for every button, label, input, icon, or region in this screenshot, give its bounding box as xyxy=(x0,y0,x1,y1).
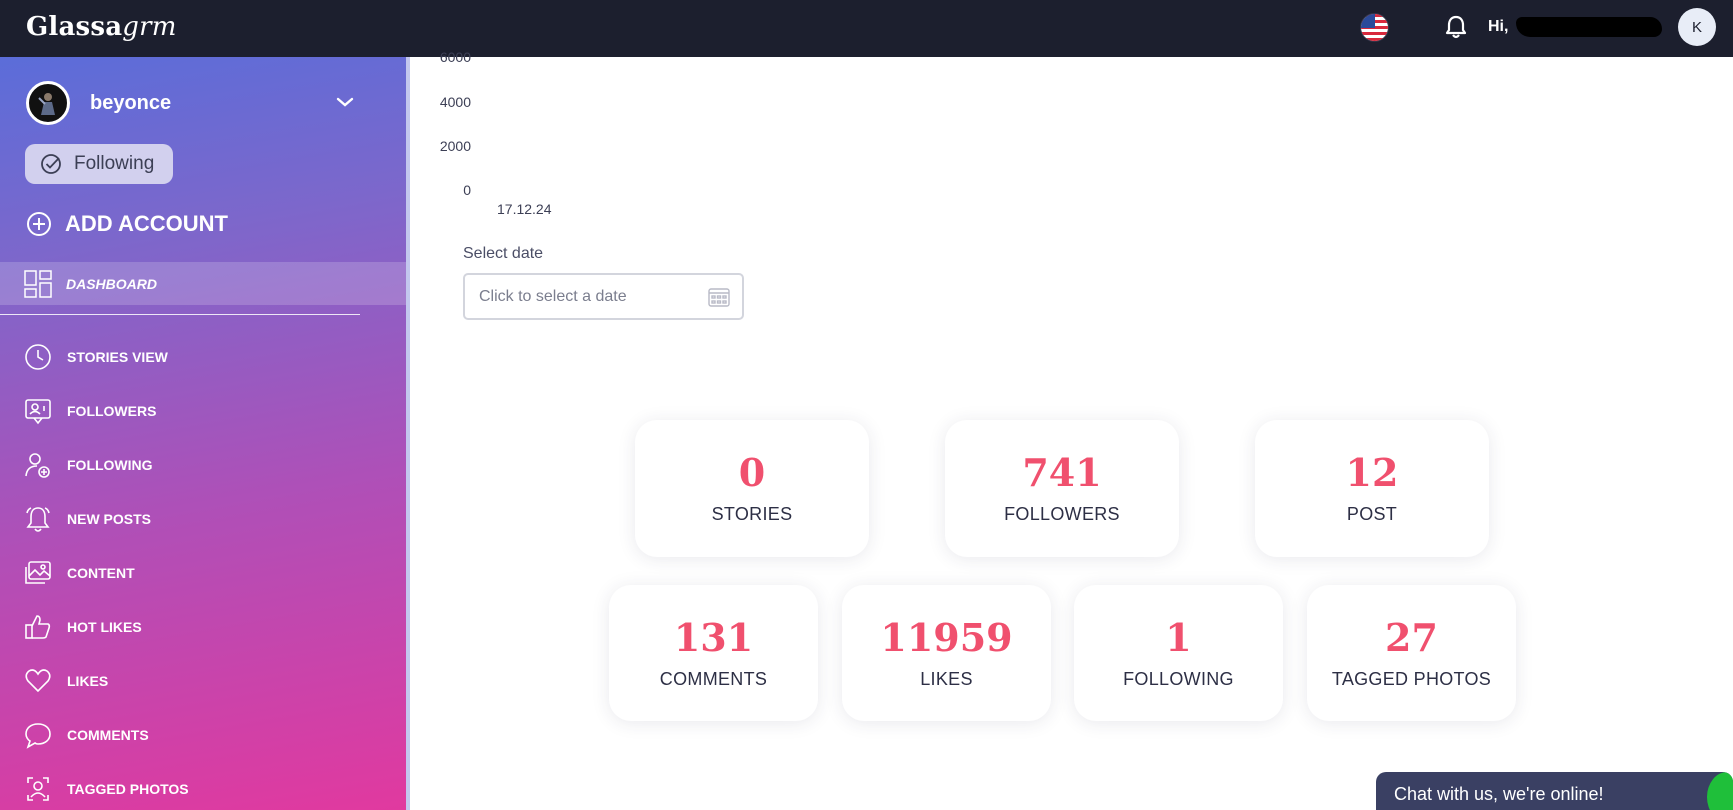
sidebar-item-comments[interactable]: COMMENTS xyxy=(24,721,149,749)
stat-card-followers[interactable]: 741 FOLLOWERS xyxy=(945,420,1179,557)
us-flag-icon[interactable] xyxy=(1360,13,1389,42)
y-tick-label: 6000 xyxy=(439,49,471,65)
stat-card-tagged-photos[interactable]: 27 TAGGED PHOTOS xyxy=(1307,585,1516,721)
chevron-down-icon[interactable] xyxy=(336,95,354,107)
sidebar-item-label: FOLLOWERS xyxy=(67,403,157,419)
sidebar-item-content[interactable]: CONTENT xyxy=(24,559,135,587)
chat-widget[interactable]: Chat with us, we're online! xyxy=(1376,772,1733,810)
heart-icon xyxy=(24,667,52,695)
stat-label: COMMENTS xyxy=(659,669,768,689)
stat-label: POST xyxy=(1346,504,1398,524)
sidebar-item-label: LIKES xyxy=(67,673,109,689)
following-button-label: Following xyxy=(74,153,155,174)
notification-bell-icon[interactable] xyxy=(1444,14,1468,40)
stat-label: STORIES xyxy=(711,504,793,524)
sidebar-divider xyxy=(0,314,360,315)
greeting-text: Hi, xyxy=(1488,18,1509,35)
app-logo[interactable]: Glassagrm xyxy=(26,12,177,42)
add-account-button[interactable]: ADD ACCOUNT xyxy=(26,211,228,237)
user-avatar[interactable]: K xyxy=(1678,8,1716,46)
sidebar-item-tagged-photos[interactable]: TAGGED PHOTOS xyxy=(24,775,189,803)
stat-label: TAGGED PHOTOS xyxy=(1331,669,1492,689)
sidebar-item-hot-likes[interactable]: HOT LIKES xyxy=(24,613,142,641)
comment-icon xyxy=(24,721,52,749)
online-indicator xyxy=(1707,772,1733,810)
account-name: beyonce xyxy=(90,91,172,114)
select-date-label: Select date xyxy=(463,245,544,262)
calendar-icon[interactable] xyxy=(708,287,730,307)
chat-widget-label: Chat with us, we're online! xyxy=(1394,784,1604,804)
y-tick-label: 0 xyxy=(463,182,471,198)
sidebar-item-label: NEW POSTS xyxy=(67,511,152,527)
stat-value: 1 xyxy=(1165,615,1192,660)
sidebar-item-new-posts[interactable]: NEW POSTS xyxy=(24,505,151,533)
account-switcher[interactable]: beyonce xyxy=(26,81,171,125)
image-icon xyxy=(24,559,52,587)
stat-value: 27 xyxy=(1385,615,1438,660)
check-circle-icon xyxy=(41,154,61,174)
dashboard-icon xyxy=(24,269,52,298)
stat-card-comments[interactable]: 131 COMMENTS xyxy=(609,585,818,721)
stat-value: 0 xyxy=(738,450,766,495)
clock-icon xyxy=(24,343,52,371)
stat-value: 11959 xyxy=(880,615,1013,660)
stat-card-following[interactable]: 1 FOLLOWING xyxy=(1074,585,1283,721)
sidebar-item-likes[interactable]: LIKES xyxy=(24,667,108,695)
sidebar-item-label: HOT LIKES xyxy=(67,619,142,635)
stat-value: 12 xyxy=(1345,450,1399,495)
stat-value: 741 xyxy=(1022,450,1102,495)
top-bar: Glassagrm Hi, K xyxy=(0,0,1733,57)
thumbs-up-icon xyxy=(24,613,52,641)
stat-label: LIKES xyxy=(920,669,973,689)
sidebar-item-label: TAGGED PHOTOS xyxy=(67,781,189,797)
stat-label: FOLLOWING xyxy=(1123,669,1234,689)
stat-card-post[interactable]: 12 POST xyxy=(1255,420,1489,557)
sidebar: beyonce Following ADD ACCOUNT DASHBOARD … xyxy=(0,57,406,810)
account-avatar xyxy=(26,81,70,125)
sidebar-item-label: FOLLOWING xyxy=(67,457,153,473)
sidebar-item-following[interactable]: FOLLOWING xyxy=(24,451,153,479)
sidebar-item-stories-view[interactable]: STORIES VIEW xyxy=(24,343,168,371)
date-picker-input[interactable]: Click to select a date xyxy=(463,273,744,320)
sidebar-item-dashboard[interactable]: DASHBOARD xyxy=(0,262,406,305)
stat-value: 131 xyxy=(673,615,754,660)
plus-circle-icon xyxy=(27,212,51,236)
stat-card-likes[interactable]: 11959 LIKES xyxy=(842,585,1051,721)
user-plus-icon xyxy=(24,451,52,479)
x-tick-label: 17.12.24 xyxy=(497,201,552,217)
sidebar-item-label: STORIES VIEW xyxy=(67,349,168,365)
following-button[interactable]: Following xyxy=(25,144,173,184)
stat-card-stories[interactable]: 0 STORIES xyxy=(635,420,869,557)
y-tick-label: 2000 xyxy=(439,138,471,154)
date-picker-placeholder: Click to select a date xyxy=(479,287,627,305)
sidebar-item-label: DASHBOARD xyxy=(66,275,157,292)
tag-user-icon xyxy=(24,775,52,803)
add-account-label: ADD ACCOUNT xyxy=(65,211,228,236)
redacted-username xyxy=(1516,17,1662,37)
sidebar-item-label: COMMENTS xyxy=(67,727,149,743)
bell-icon xyxy=(24,505,52,533)
sidebar-item-followers[interactable]: FOLLOWERS xyxy=(24,397,156,425)
y-tick-label: 4000 xyxy=(439,94,471,110)
sidebar-item-label: CONTENT xyxy=(67,565,135,581)
main-content: 6000 4000 2000 0 17.12.24 Select date Cl… xyxy=(410,49,1733,810)
stat-label: FOLLOWERS xyxy=(1004,504,1120,524)
followers-icon xyxy=(24,397,52,425)
